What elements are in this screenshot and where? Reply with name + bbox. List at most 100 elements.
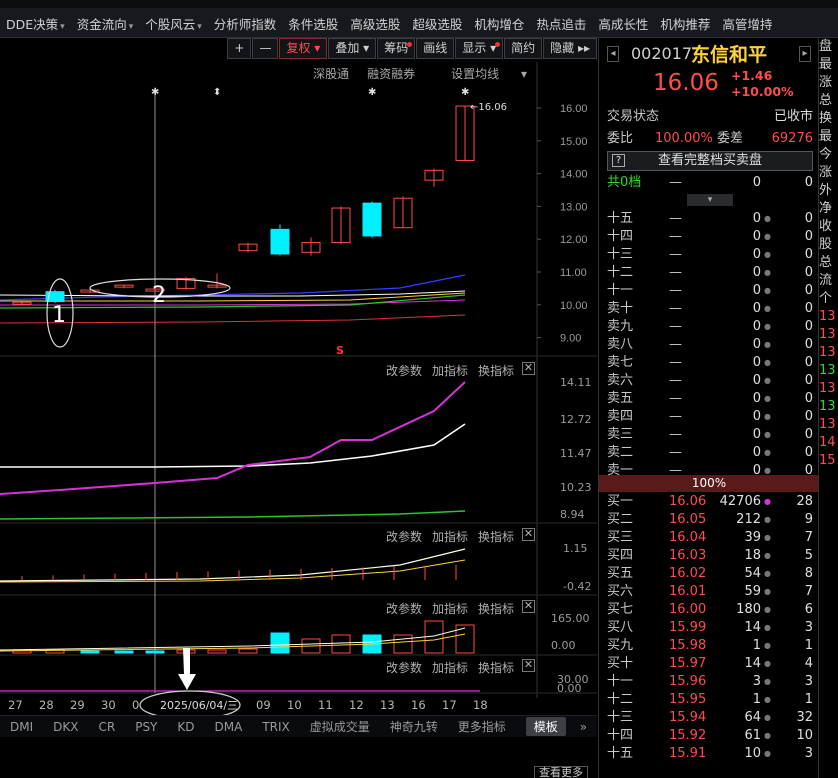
edit-params-link[interactable]: 改参数 (386, 659, 422, 676)
indicator-tab[interactable]: PSY (135, 720, 157, 734)
volume-dot-icon: ● (764, 605, 771, 614)
indicator-tab[interactable]: 神奇九转 (390, 718, 438, 735)
level-price: 15.94 (669, 710, 707, 725)
level-volume: 59 (744, 584, 761, 599)
close-icon[interactable]: ✕ (522, 600, 535, 613)
chips-button[interactable]: 筹码 (377, 38, 416, 59)
indicator-tab[interactable]: DMA (215, 720, 243, 734)
level-volume: 64 (744, 710, 761, 725)
side-label: 15 (819, 453, 836, 468)
zoom-in-button[interactable]: + (227, 38, 252, 59)
switch-indicator-link[interactable]: 换指标 (478, 362, 514, 379)
full-book-button[interactable]: ? 查看完整档买卖盘 (607, 151, 813, 171)
indicator-tab[interactable]: DKX (53, 720, 78, 734)
menu-item-label: 机构推荐 (660, 17, 711, 32)
level-price: — (669, 445, 682, 460)
level-label: 十五 (607, 746, 634, 761)
menu-item[interactable]: 资金流向 ▾ (71, 14, 140, 36)
level-label: 卖三 (607, 427, 634, 442)
indicator-tab[interactable]: 更多指标 (458, 718, 506, 735)
level-label: 卖九 (607, 319, 634, 334)
close-icon[interactable]: ✕ (522, 528, 535, 541)
menu-item[interactable]: 机构推荐 (654, 14, 716, 36)
stock-header: ◂ 002017 东信和平 ▸ 16.06 +1.46 +10.00% (599, 38, 819, 104)
side-label: 总 (819, 255, 833, 270)
display-dropdown[interactable]: 显示 ▾ (455, 38, 504, 59)
indicator-line-white (0, 548, 466, 582)
level-price: — (669, 265, 682, 280)
edit-params-link[interactable]: 改参数 (386, 362, 422, 379)
sgt-link[interactable]: 深股通 (313, 65, 349, 82)
edit-params-link[interactable]: 改参数 (386, 600, 422, 617)
level-label: 买四 (607, 548, 634, 563)
status-label: 交易状态 (607, 109, 660, 124)
menu-item[interactable]: 高管增持 (716, 14, 778, 36)
set-ma-dropdown[interactable]: 设置均线 ▾ (433, 65, 527, 82)
indicator-tab[interactable]: KD (177, 720, 194, 734)
weibi-value: 100.00% (655, 131, 713, 146)
volume-bar (238, 648, 258, 654)
menu-item[interactable]: 高成长性 (592, 14, 654, 36)
menu-item[interactable]: 热点追击 (530, 14, 592, 36)
status-value: 已收市 (773, 109, 813, 124)
menu-item[interactable]: 机构增仓 (468, 14, 530, 36)
notification-dot-icon (495, 42, 501, 47)
switch-indicator-link[interactable]: 换指标 (478, 659, 514, 676)
indicator-tab[interactable]: CR (98, 720, 115, 734)
event-marker-icon: ⬍ (213, 87, 221, 98)
margin-trading-link[interactable]: 融资融券 (367, 65, 415, 82)
ask-level-row: 卖十 —0 0 ● (599, 300, 819, 318)
ask-level-row: 卖七 —0 0 ● (599, 354, 819, 372)
volume-bar (80, 650, 100, 654)
next-stock-icon[interactable]: ▸ (799, 46, 811, 62)
draw-line-button[interactable]: 画线 (416, 38, 455, 59)
indicator-tab[interactable]: DMI (10, 720, 33, 734)
volume-dot-icon: ● (764, 587, 771, 596)
overlay-dropdown[interactable]: 叠加 ▾ (328, 38, 377, 59)
menu-item[interactable]: 高级选股 (344, 14, 406, 36)
more-button[interactable]: 查看更多 (534, 766, 588, 778)
chart-area[interactable]: 16.00 15.00 14.00 13.00 12.00 11.00 10.00 9.00 ✱… (0, 38, 597, 778)
edit-params-link[interactable]: 改参数 (386, 528, 422, 545)
scroll-right-icon[interactable]: » (580, 720, 587, 734)
level-volume: 0 (752, 409, 761, 424)
close-icon[interactable]: ✕ (522, 362, 535, 375)
menu-item[interactable]: 个股风云 ▾ (139, 14, 208, 36)
simple-mode-button[interactable]: 简约 (504, 38, 543, 59)
menu-item[interactable]: 分析师指数 (208, 14, 283, 36)
switch-indicator-link[interactable]: 换指标 (478, 600, 514, 617)
menu-item[interactable]: DDE决策 ▾ (0, 14, 71, 36)
main-menu: DDE决策 ▾ 资金流向 ▾ 个股风云 ▾ 分析师指数 条件选股 高级选股 超级选股 机构增仓 热点追… (0, 14, 778, 36)
prev-stock-icon[interactable]: ◂ (607, 46, 619, 62)
level-volume: 18 (744, 548, 761, 563)
add-indicator-link[interactable]: 加指标 (432, 528, 468, 545)
menu-item[interactable]: 超级选股 (406, 14, 468, 36)
volume-dot-icon: ● (764, 358, 771, 367)
hide-button[interactable]: 隐藏 ▸▸ (543, 38, 597, 59)
collapse-toggle-icon[interactable]: ▾ (687, 194, 733, 206)
price-tick-label: 12.00 (560, 234, 588, 246)
switch-indicator-link[interactable]: 换指标 (478, 528, 514, 545)
right-info-panel: 盘最涨总换最今涨外净收股总流个 13 13 13 13 13 13 13 14 15 (818, 38, 838, 778)
level-price: 15.95 (669, 692, 707, 707)
ask-level-row: 卖八 —0 0 ● (599, 336, 819, 354)
add-indicator-link[interactable]: 加指标 (432, 600, 468, 617)
menu-item[interactable]: 条件选股 (282, 14, 344, 36)
add-indicator-link[interactable]: 加指标 (432, 362, 468, 379)
indicator-tab[interactable]: 模板 (525, 717, 566, 736)
close-icon[interactable]: ✕ (522, 659, 535, 672)
indicator-tab[interactable]: 虚拟成交量 (310, 718, 370, 735)
indicator-tick-label: 11.47 (560, 447, 592, 460)
volume-dot-icon: ● (764, 268, 771, 277)
add-indicator-link[interactable]: 加指标 (432, 659, 468, 676)
bid-level-row: 十二 15.95 1 1 ● (599, 691, 819, 709)
price-tick-label: 14.00 (560, 169, 588, 181)
fuquan-dropdown[interactable]: 复权 ▾ (279, 38, 328, 59)
level-price: 16.01 (669, 584, 707, 599)
zoom-out-button[interactable]: — (252, 38, 279, 59)
date-tick-label: 10 (287, 698, 302, 712)
indicator-tick-label: 14.11 (560, 376, 592, 389)
indicator-tab[interactable]: TRIX (262, 720, 289, 734)
ask-level-row: 卖六 —0 0 ● (599, 372, 819, 390)
volume-dot-icon: ● (764, 569, 771, 578)
